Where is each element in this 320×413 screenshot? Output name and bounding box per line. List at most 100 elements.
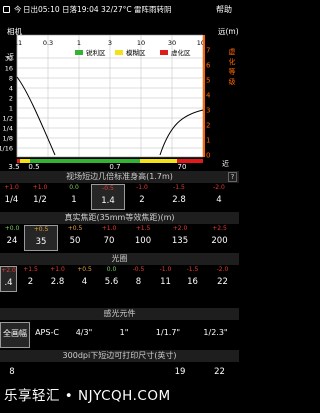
subject-option[interactable]: 0.0 1 [57,184,91,210]
sensor-option[interactable]: APS-C [30,322,64,348]
focal-option[interactable]: +0.0 24 [0,225,24,251]
option-value-label: 2 [139,195,145,205]
help-question-icon[interactable]: ? [228,172,237,182]
subject-option[interactable]: -2.0 4 [199,184,239,210]
right-tick-label: 2 [206,122,210,130]
focal-option[interactable]: +0.5 50 [58,225,92,251]
weather-label: 雷阵雨转阴 [134,5,172,14]
focal-option[interactable]: +1.5 100 [126,225,160,251]
option-value-label: 16 [187,277,198,287]
aperture-option[interactable]: -2.0 22 [206,266,239,292]
left-tick-label: 1/8 [3,135,13,143]
legend-swatch [75,50,83,55]
option-value-label [92,364,126,380]
aperture-option[interactable]: -0.5 8 [125,266,152,292]
bottom-near-sub-label: 0.5 [28,163,39,171]
exposure-delta-label: +1.0 [32,184,48,191]
top-tick-label: 1 [77,39,81,47]
option-value-label: 22 [217,277,228,287]
option-value-label: 1 [71,195,77,205]
temperature-label: 32/27°C [101,5,132,14]
aperture-option[interactable]: -1.5 16 [179,266,206,292]
option-value-label: 4/3" [75,328,93,337]
option-value-label [58,364,92,380]
watermark: 乐享轻汇 • NJYCQH.COM [4,388,171,404]
option-value-label: 1/1.7" [155,328,181,337]
top-focus-label: 对焦面 [99,25,122,35]
left-axis-title: 相机 [7,26,22,36]
aperture-option[interactable]: +0.5 4 [71,266,98,292]
right-axis-bar [203,35,205,157]
sensor-option[interactable]: 4/3" [64,322,104,348]
option-value-label: 2.8 [172,195,186,205]
option-value-label: 50 [69,236,81,246]
subject-option[interactable]: +1.0 1/4 [0,184,23,210]
subject-option[interactable]: -0.5 1.4 [91,184,125,210]
focal-length-title: 真实焦距(35mm等效焦距)(m) [0,212,239,224]
exposure-delta-label: +0.5 [33,226,49,233]
aperture-option[interactable]: +1.0 2.8 [44,266,71,292]
dof-chart: 0.10.3131030100321684211/21/41/81/167654… [0,20,239,171]
aperture-option[interactable]: +1.5 2 [17,266,44,292]
right-tick-label: 4 [206,92,211,100]
focal-option[interactable]: +2.5 200 [200,225,239,251]
help-button[interactable]: 帮助 [216,0,232,20]
focal-option[interactable]: +0.5 35 [24,225,58,251]
sensor-option[interactable]: 1/1.7" [144,322,192,348]
focal-option[interactable]: +1.0 70 [92,225,126,251]
left-tick-label: 4 [9,85,13,93]
option-value-label: 24 [6,236,18,246]
subject-option[interactable]: -1.5 2.8 [159,184,199,210]
aperture-option[interactable]: +2.0 .4 [0,266,17,292]
top-tick-label: 3 [108,39,112,47]
aperture-row: +2.0 .4 +1.5 2 +1.0 2.8 +0.5 4 0.0 5.6 -0.5 8 -1.0 11… [0,266,239,292]
sensor-option[interactable]: 全画幅 [0,322,30,348]
right-tick-label: 0 [206,152,210,160]
right-side-label-char: 等 [229,67,236,76]
legend-label: 模糊区 [126,48,146,57]
exposure-delta-label: -2.0 [216,266,229,273]
bottom-far-label: 70 [178,163,187,171]
print-size-title: 300dpi下短边可打印尺寸(英寸) [0,350,239,362]
option-value-label: 全画幅 [3,329,27,338]
option-value-label: 4 [81,277,88,287]
option-value-label: 200 [211,236,228,246]
legend-swatch [115,50,123,55]
option-value-label: 8 [9,367,15,377]
focal-option[interactable]: +2.0 135 [160,225,200,251]
legend-swatch [160,50,168,55]
exposure-delta-label: 0.0 [106,266,117,273]
weather-info: 今 日出05:10 日落19:04 32/27°C 雷阵雨转阴 [14,0,172,20]
exposure-delta-label: -2.0 [213,184,225,191]
option-value-label: 1/2 [33,195,47,205]
top-tick-label: 0.1 [12,39,22,47]
dof-bar-segment [140,159,177,163]
subject-option[interactable]: -1.0 2 [125,184,159,210]
option-value-label: 100 [134,236,152,246]
left-tick-label: 8 [9,75,13,83]
subject-option[interactable]: +1.0 1/2 [23,184,57,210]
option-value-label: 2.8 [50,277,65,287]
top-tick-label: 10 [137,39,145,47]
right-tick-label: 7 [206,47,210,55]
sensor-option[interactable]: 1" [104,322,144,348]
dof-chart-svg: 0.10.3131030100321684211/21/41/81/167654… [0,25,239,171]
exposure-delta-label: +2.0 [172,225,188,232]
sunrise-label: 日出05:10 [23,5,60,14]
aperture-option[interactable]: 0.0 5.6 [98,266,125,292]
aperture-option[interactable]: -1.0 11 [152,266,179,292]
option-value-label: 22 [214,367,225,377]
sensor-option[interactable]: 1/2.3" [192,322,239,348]
right-tick-label: 1 [206,137,210,145]
option-value-label: 2 [27,277,34,287]
bottom-focus-label: 0.7 [109,163,120,171]
option-value-label: 1/4 [4,195,19,205]
aperture-title: 光圈 [0,253,239,265]
exposure-delta-label: +0.0 [4,225,20,232]
option-value-label [24,364,58,380]
option-value-label: 1/2.3" [203,328,228,337]
exposure-delta-label: +1.5 [23,266,38,273]
option-value-label: 35 [35,237,47,247]
dof-bar-segment [30,159,140,163]
legend-label: 锐利区 [86,48,106,57]
